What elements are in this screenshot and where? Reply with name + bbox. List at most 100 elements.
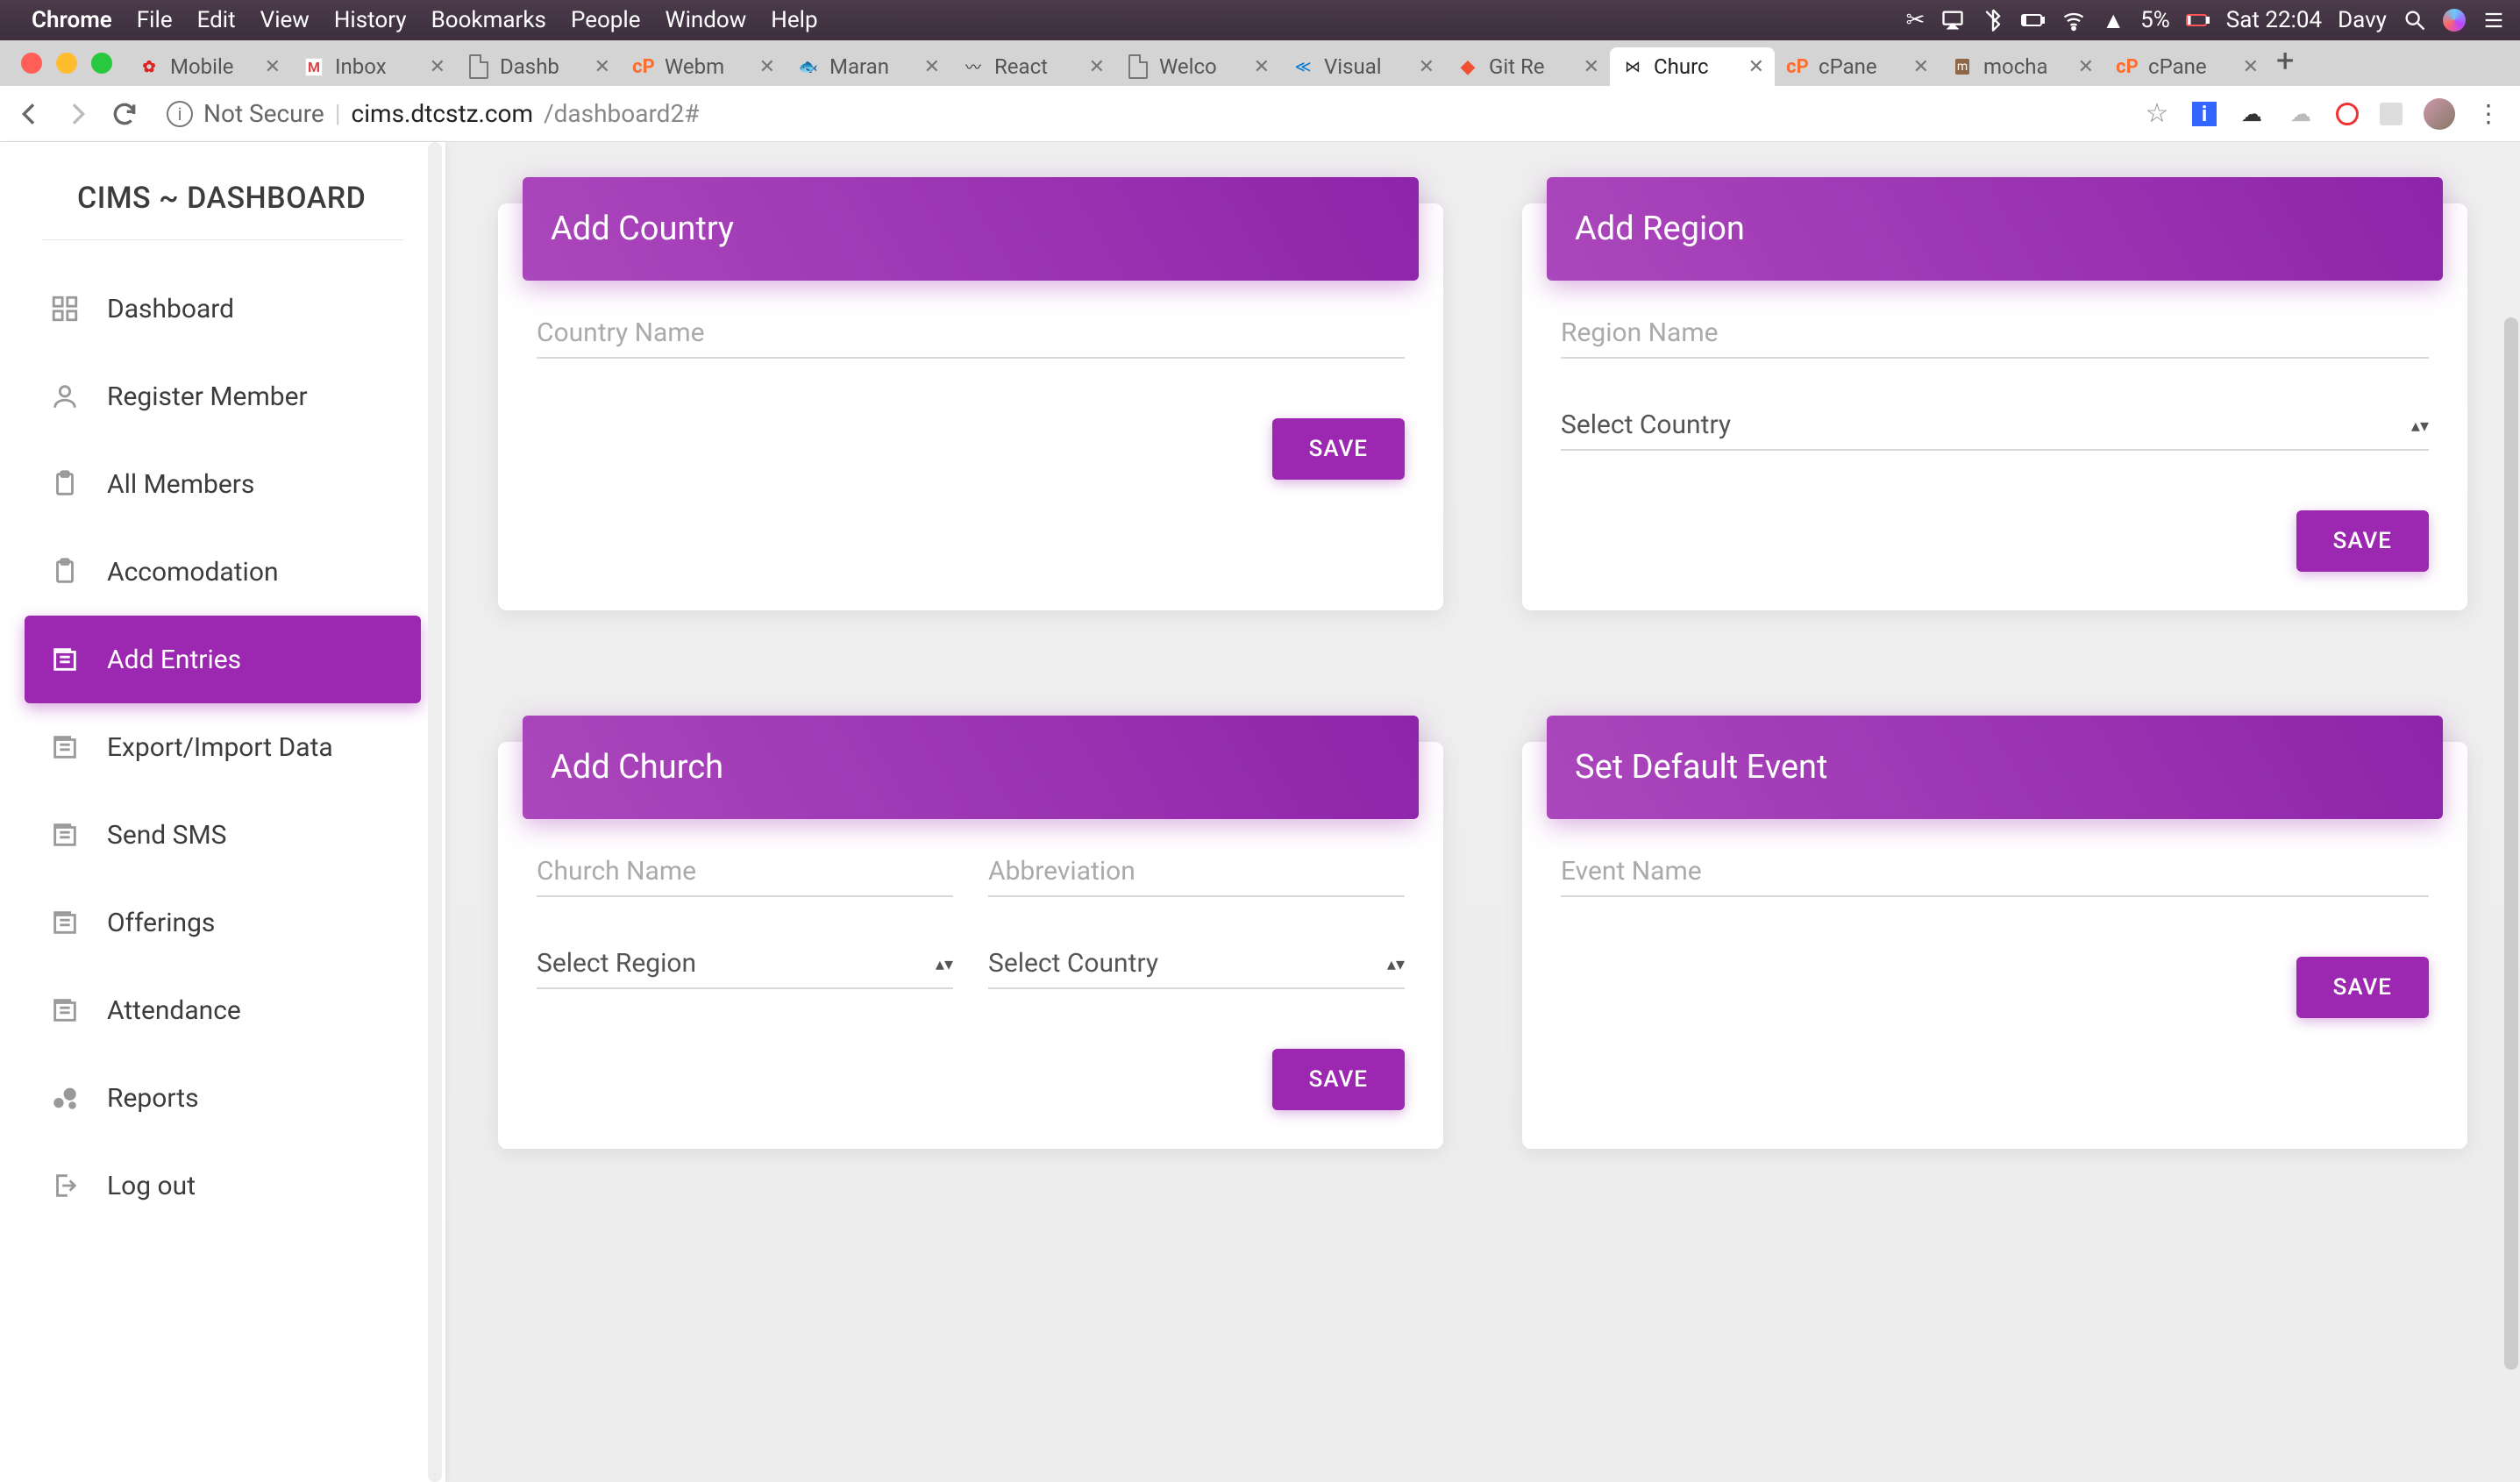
browser-tab[interactable]: cPWebm✕ <box>621 47 786 86</box>
extension-icon-1[interactable]: i <box>2192 102 2217 126</box>
wifi-icon[interactable] <box>2061 8 2086 32</box>
sidebar-item-add-entries[interactable]: Add Entries <box>25 616 421 703</box>
site-info-icon[interactable]: i <box>167 101 193 127</box>
browser-tab[interactable]: cPcPane✕ <box>2104 47 2269 86</box>
menu-bookmarks[interactable]: Bookmarks <box>431 7 546 33</box>
profile-avatar[interactable] <box>2424 98 2455 130</box>
tab-close-icon[interactable]: ✕ <box>1913 56 1929 78</box>
reload-button[interactable] <box>109 98 140 130</box>
dashboard-icon <box>49 293 81 324</box>
sidebar-item-all-members[interactable]: All Members <box>25 440 421 528</box>
menu-edit[interactable]: Edit <box>197 7 236 33</box>
tab-close-icon[interactable]: ✕ <box>1089 56 1105 78</box>
menu-help[interactable]: Help <box>771 7 817 33</box>
tab-close-icon[interactable]: ✕ <box>265 56 281 78</box>
sidebar-item-send-sms[interactable]: Send SMS <box>25 791 421 879</box>
siri-icon[interactable] <box>2443 9 2466 32</box>
sidebar-item-register-member[interactable]: Register Member <box>25 353 421 440</box>
sidebar-item-log-out[interactable]: Log out <box>25 1142 421 1229</box>
browser-tab[interactable]: MInbox✕ <box>291 47 456 86</box>
event-name-input[interactable] <box>1561 847 2429 897</box>
tab-close-icon[interactable]: ✕ <box>430 56 445 78</box>
sidebar-item-dashboard[interactable]: Dashboard <box>25 265 421 353</box>
save-church-button[interactable]: SAVE <box>1272 1049 1405 1110</box>
airplay-icon[interactable] <box>1940 8 1965 32</box>
tab-close-icon[interactable]: ✕ <box>1584 56 1599 78</box>
extension-icon-5[interactable] <box>2380 103 2403 125</box>
bluetooth-icon[interactable] <box>1981 8 2005 32</box>
browser-tab[interactable]: ≪Visual✕ <box>1280 47 1445 86</box>
battery-pct: 5% <box>2140 7 2170 33</box>
browser-tab[interactable]: ✿Mobile✕ <box>126 47 291 86</box>
menu-file[interactable]: File <box>137 7 173 33</box>
church-name-input[interactable] <box>537 847 953 897</box>
sidebar-item-accomodation[interactable]: Accomodation <box>25 528 421 616</box>
save-country-button[interactable]: SAVE <box>1272 418 1405 480</box>
address-bar[interactable]: i Not Secure | cims.dtcstz.com/dashboard… <box>156 95 2127 133</box>
user-name[interactable]: Davy <box>2338 7 2387 33</box>
scissors-icon[interactable]: ✂ <box>1906 7 1926 33</box>
tab-close-icon[interactable]: ✕ <box>2243 56 2259 78</box>
forward-button[interactable] <box>61 98 93 130</box>
window-zoom-icon[interactable] <box>91 53 112 74</box>
tab-close-icon[interactable]: ✕ <box>2078 56 2094 78</box>
clock[interactable]: Sat 22:04 <box>2226 7 2322 33</box>
back-button[interactable] <box>14 98 46 130</box>
page-viewport: CIMS ~ DASHBOARD DashboardRegister Membe… <box>0 142 2520 1482</box>
select-label: Select Country <box>1561 410 1731 440</box>
tab-close-icon[interactable]: ✕ <box>1254 56 1270 78</box>
menubar-appname[interactable]: Chrome <box>32 7 112 33</box>
person-icon <box>49 381 81 412</box>
window-minimize-icon[interactable] <box>56 53 77 74</box>
region-name-input[interactable] <box>1561 309 2429 359</box>
region-country-select[interactable]: Select Country ▴▾ <box>1561 401 2429 451</box>
bookmark-star-icon[interactable]: ☆ <box>2143 100 2171 128</box>
save-event-button[interactable]: SAVE <box>2296 957 2429 1018</box>
sidebar-item-export-import-data[interactable]: Export/Import Data <box>25 703 421 791</box>
app-title: CIMS ~ DASHBOARD <box>0 142 445 240</box>
browser-tab[interactable]: ◆Git Re✕ <box>1445 47 1610 86</box>
country-name-input[interactable] <box>537 309 1405 359</box>
chevron-updown-icon: ▴▾ <box>1387 953 1405 974</box>
new-tab-button[interactable]: + <box>2269 42 2308 86</box>
browser-tab[interactable]: 〰React✕ <box>950 47 1115 86</box>
browser-tab[interactable]: mmocha✕ <box>1940 47 2104 86</box>
browser-tab[interactable]: cPcPane✕ <box>1775 47 1940 86</box>
browser-tab[interactable]: ⋈Churc✕ <box>1610 47 1775 86</box>
sidebar-item-attendance[interactable]: Attendance <box>25 966 421 1054</box>
page-scrollbar[interactable] <box>2504 317 2518 1370</box>
battery-icon[interactable] <box>2021 8 2046 32</box>
church-country-select[interactable]: Select Country ▴▾ <box>988 939 1405 989</box>
chrome-menu-icon[interactable]: ⋮ <box>2476 99 2499 128</box>
sidebar-nav: DashboardRegister MemberAll MembersAccom… <box>0 240 445 1254</box>
extension-icon-3[interactable]: ☁ <box>2287 100 2315 128</box>
menu-people[interactable]: People <box>571 7 641 33</box>
save-region-button[interactable]: SAVE <box>2296 510 2429 572</box>
extension-icon-2[interactable]: ☁ <box>2238 100 2266 128</box>
tab-close-icon[interactable]: ✕ <box>1748 56 1764 78</box>
card-add-region: Add Region Select Country ▴▾ SAVE <box>1522 203 2467 610</box>
tab-close-icon[interactable]: ✕ <box>759 56 775 78</box>
church-region-select[interactable]: Select Region ▴▾ <box>537 939 953 989</box>
tab-close-icon[interactable]: ✕ <box>924 56 940 78</box>
notification-center-icon[interactable] <box>2481 8 2506 32</box>
tab-title: cPane <box>1819 54 1904 79</box>
menu-history[interactable]: History <box>334 7 407 33</box>
volume-icon[interactable]: ▲ <box>2102 7 2125 34</box>
browser-tab[interactable]: Dashb✕ <box>456 47 621 86</box>
extension-icon-4[interactable] <box>2336 103 2359 125</box>
sidebar-item-offerings[interactable]: Offerings <box>25 879 421 966</box>
window-close-icon[interactable] <box>21 53 42 74</box>
sidebar-item-reports[interactable]: Reports <box>25 1054 421 1142</box>
library-icon <box>49 994 81 1026</box>
browser-tab[interactable]: 🐟Maran✕ <box>786 47 950 86</box>
menu-view[interactable]: View <box>260 7 310 33</box>
tab-close-icon[interactable]: ✕ <box>1419 56 1434 78</box>
menu-window[interactable]: Window <box>666 7 747 33</box>
clipboard-icon <box>49 556 81 588</box>
spotlight-icon[interactable] <box>2403 8 2427 32</box>
church-abbrev-input[interactable] <box>988 847 1405 897</box>
battery-low-icon[interactable] <box>2186 8 2210 32</box>
tab-close-icon[interactable]: ✕ <box>594 56 610 78</box>
browser-tab[interactable]: Welco✕ <box>1115 47 1280 86</box>
